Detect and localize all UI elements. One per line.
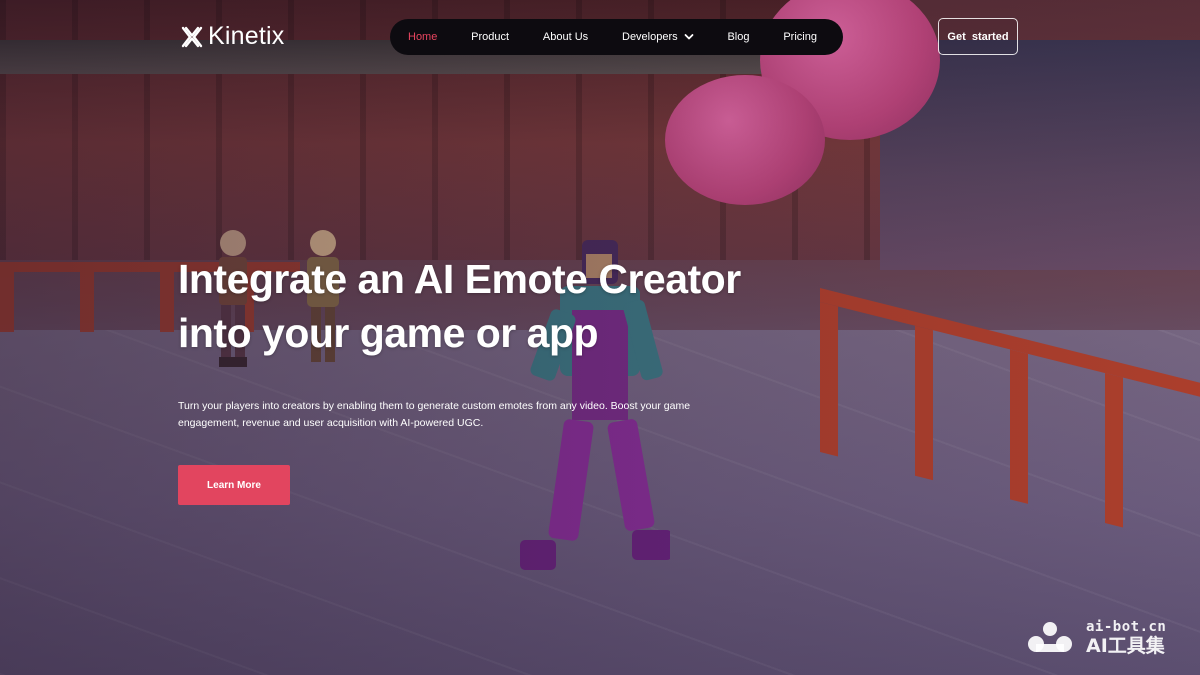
hero-headline: Integrate an AI Emote Creator into your … [178, 252, 818, 360]
landing-page: Kinetix Home Product About Us Developers… [0, 0, 1200, 675]
chevron-down-icon [684, 34, 694, 40]
get-started-button[interactable]: Get started [938, 18, 1018, 55]
brand-name: Kinetix [208, 22, 285, 50]
nav-item-developers[interactable]: Developers [622, 31, 694, 43]
watermark-logo-icon [1028, 622, 1072, 652]
nav-item-label: Pricing [783, 31, 817, 43]
main-navigation: Home Product About Us Developers Blog Pr… [390, 19, 843, 55]
nav-item-label: Blog [727, 31, 750, 43]
watermark-url: ai-bot.cn [1086, 619, 1167, 635]
watermark-name: AI工具集 [1086, 635, 1165, 657]
brand-logo[interactable]: Kinetix [180, 22, 284, 51]
watermark: ai-bot.cn AI工具集 [1022, 620, 1166, 656]
nav-item-label: About Us [542, 31, 589, 43]
nav-item-home[interactable]: Home [408, 31, 437, 43]
nav-item-label: Home [408, 31, 438, 43]
hero-description: Turn your players into creators by enabl… [178, 400, 691, 429]
nav-item-about-us[interactable]: About Us [543, 31, 588, 43]
nav-item-pricing[interactable]: Pricing [783, 31, 817, 43]
kinetix-logo-icon [181, 26, 203, 47]
nav-item-blog[interactable]: Blog [727, 31, 749, 43]
hero-headline-line-2: into your game or app [178, 310, 599, 356]
nav-item-product[interactable]: Product [471, 31, 509, 43]
hero-headline-line-1: Integrate an AI Emote Creator [178, 256, 741, 302]
nav-item-label: Developers [622, 31, 678, 43]
learn-more-button[interactable]: Learn More [178, 465, 290, 505]
nav-item-label: Product [471, 31, 510, 43]
